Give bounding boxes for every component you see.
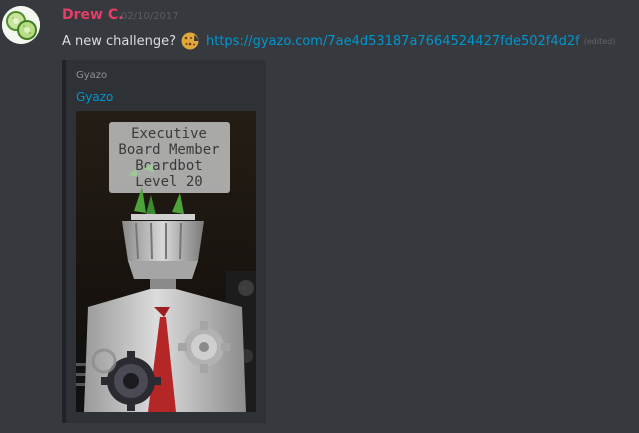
- sign-line-3: Boardbot: [135, 158, 202, 174]
- cookie-emoji-icon[interactable]: [180, 31, 200, 51]
- chat-message: Drew C. 02/10/2017 A new challenge? http…: [0, 0, 639, 433]
- author-name[interactable]: Drew C.: [62, 7, 123, 23]
- link-embed: Gyazo Gyazo Executive Board Member Board…: [62, 60, 266, 423]
- edited-label: (edited): [583, 36, 616, 46]
- message-content: A new challenge? https://gyazo.com/7ae4d…: [62, 32, 615, 50]
- embed-provider: Gyazo: [76, 70, 108, 81]
- embed-title-link[interactable]: Gyazo: [76, 90, 113, 104]
- message-timestamp: 02/10/2017: [121, 11, 179, 22]
- sign-line-2: Board Member: [118, 142, 219, 158]
- cucumber-avatar-icon: [2, 6, 40, 44]
- avatar[interactable]: [2, 6, 40, 44]
- boardbot-image: Executive Board Member Boardbot Level 20: [76, 111, 256, 412]
- sign-line-1: Executive: [131, 126, 207, 142]
- embed-image[interactable]: Executive Board Member Boardbot Level 20: [76, 111, 256, 412]
- sign-line-4: Level 20: [135, 174, 202, 190]
- gyazo-link[interactable]: https://gyazo.com/7ae4d53187a7664524427f…: [206, 34, 580, 49]
- message-text: A new challenge?: [62, 33, 176, 49]
